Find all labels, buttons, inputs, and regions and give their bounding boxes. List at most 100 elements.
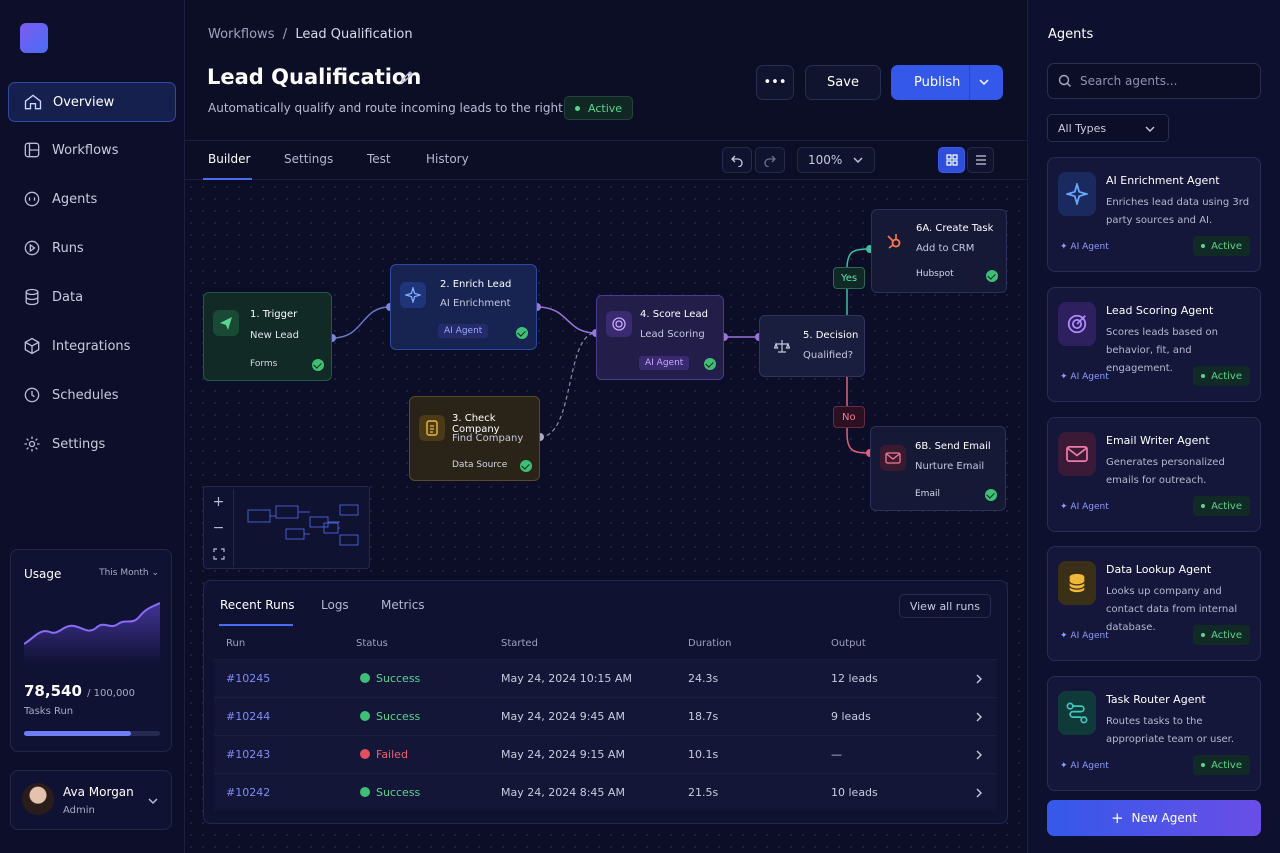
chevron-down-icon[interactable] xyxy=(977,75,991,89)
home-icon xyxy=(24,94,42,110)
new-agent-button[interactable]: + New Agent xyxy=(1047,800,1261,836)
agent-card-task-router[interactable]: Task Router Agent Routes tasks to the ap… xyxy=(1047,676,1261,791)
status-badge: Active xyxy=(1193,496,1250,516)
chevron-down-icon xyxy=(853,157,863,163)
workflow-node-trigger[interactable]: 1. Trigger New Lead Forms xyxy=(203,292,332,381)
redo-button[interactable] xyxy=(755,147,785,173)
sidebar-item-schedules[interactable]: Schedules xyxy=(8,375,176,415)
table-row[interactable]: #10243 Failed May 24, 2024 9:15 AM 10.1s… xyxy=(214,735,997,773)
page-title: Lead Qualification xyxy=(207,65,422,89)
table-row[interactable]: #10242 Success May 24, 2024 8:45 AM 21.5… xyxy=(214,773,997,811)
mail-icon xyxy=(1058,432,1096,476)
agent-icon xyxy=(24,191,40,207)
hubspot-icon xyxy=(881,228,907,254)
chevron-right-icon[interactable] xyxy=(974,749,984,761)
clock-icon xyxy=(24,387,40,403)
sidebar-item-data[interactable]: Data xyxy=(8,277,176,317)
view-all-runs-button[interactable]: View all runs xyxy=(898,594,991,618)
sidebar-item-workflows[interactable]: Workflows xyxy=(8,130,176,170)
workflow-node-check-company[interactable]: 3. Check Company Find Company Data Sourc… xyxy=(409,396,540,481)
agent-card-ai-enrichment[interactable]: AI Enrichment Agent Enriches lead data u… xyxy=(1047,157,1261,272)
tab-logs[interactable]: Logs xyxy=(321,598,349,612)
tab-recent-runs[interactable]: Recent Runs xyxy=(220,598,295,612)
target-icon xyxy=(606,311,632,337)
check-icon xyxy=(520,460,532,472)
minimap[interactable]: + − xyxy=(203,486,370,569)
tab-history[interactable]: History xyxy=(426,152,469,166)
sidebar-item-agents[interactable]: Agents xyxy=(8,179,176,219)
column-header-started: Started xyxy=(501,638,538,649)
sidebar: Overview Workflows Agents Runs Data Inte… xyxy=(0,0,185,853)
tab-test[interactable]: Test xyxy=(367,152,391,166)
check-icon xyxy=(986,270,998,282)
database-icon xyxy=(25,288,39,306)
type-filter-select[interactable]: All Types xyxy=(1047,114,1169,142)
tab-metrics[interactable]: Metrics xyxy=(381,598,425,612)
minimap-preview xyxy=(247,504,359,546)
app-logo[interactable] xyxy=(20,23,48,53)
sidebar-item-label: Schedules xyxy=(52,387,119,403)
table-row[interactable]: #10245 Success May 24, 2024 10:15 AM 24.… xyxy=(214,659,997,697)
sidebar-item-integrations[interactable]: Integrations xyxy=(8,326,176,366)
user-name: Ava Morgan xyxy=(63,785,134,799)
check-icon xyxy=(312,359,324,371)
zoom-select[interactable]: 100% xyxy=(797,147,875,173)
workflow-node-send-email[interactable]: 6B. Send Email Nurture Email Email xyxy=(870,426,1006,511)
sidebar-item-overview[interactable]: Overview xyxy=(8,82,176,122)
sidebar-item-label: Integrations xyxy=(52,338,131,354)
chevron-right-icon[interactable] xyxy=(974,673,984,685)
route-icon xyxy=(1058,691,1096,735)
workflow-node-decision[interactable]: 5. Decision Qualified? xyxy=(759,315,865,377)
agent-card-lead-scoring[interactable]: Lead Scoring Agent Scores leads based on… xyxy=(1047,287,1261,402)
workflow-node-enrich-lead[interactable]: 2. Enrich Lead AI Enrichment AI Agent xyxy=(390,264,537,350)
success-icon xyxy=(360,711,370,721)
connector-company-score xyxy=(539,332,597,438)
sidebar-item-runs[interactable]: Runs xyxy=(8,228,176,268)
save-button[interactable]: Save xyxy=(805,65,881,100)
search-input[interactable]: Search agents... xyxy=(1047,63,1261,99)
mail-icon xyxy=(880,445,906,471)
redo-icon xyxy=(764,155,776,167)
undo-icon xyxy=(731,155,743,167)
usage-progress-fill xyxy=(24,731,131,736)
check-icon xyxy=(985,489,997,501)
column-header-duration: Duration xyxy=(688,638,732,649)
success-icon xyxy=(360,673,370,683)
zoom-out-button[interactable]: − xyxy=(204,515,234,541)
status-badge: Active xyxy=(1193,755,1250,775)
usage-label: Tasks Run xyxy=(24,706,74,717)
tab-indicator xyxy=(203,178,252,180)
workflow-node-score-lead[interactable]: 4. Score Lead Lead Scoring AI Agent xyxy=(596,295,724,380)
agent-card-data-lookup[interactable]: Data Lookup Agent Looks up company and c… xyxy=(1047,546,1261,661)
fit-view-button[interactable] xyxy=(204,541,234,567)
status-badge: Active xyxy=(1193,236,1250,256)
page-description: Automatically qualify and route incoming… xyxy=(208,101,602,115)
sidebar-item-label: Settings xyxy=(52,436,106,452)
more-button[interactable]: ••• xyxy=(756,65,794,100)
usage-period-select[interactable]: This Month ⌄ xyxy=(99,568,159,578)
user-menu[interactable]: Ava Morgan Admin xyxy=(10,770,172,830)
zoom-in-button[interactable]: + xyxy=(204,489,234,515)
connector-enrich-score xyxy=(536,306,597,334)
tab-builder[interactable]: Builder xyxy=(208,152,250,166)
breadcrumb-workflows[interactable]: Workflows xyxy=(208,27,274,42)
list-view-button[interactable] xyxy=(967,147,994,173)
grid-view-button[interactable] xyxy=(938,147,965,173)
undo-button[interactable] xyxy=(722,147,752,173)
workflow-icon xyxy=(24,142,40,158)
edit-icon[interactable] xyxy=(399,69,415,85)
table-row[interactable]: #10244 Success May 24, 2024 9:45 AM 18.7… xyxy=(214,697,997,735)
chevron-right-icon[interactable] xyxy=(974,711,984,723)
send-icon xyxy=(213,310,239,336)
workflow-node-create-task[interactable]: 6A. Create Task Add to CRM Hubspot xyxy=(871,209,1007,293)
agent-card-email-writer[interactable]: Email Writer Agent Generates personalize… xyxy=(1047,417,1261,532)
tab-indicator xyxy=(219,624,293,626)
publish-button[interactable]: Publish xyxy=(891,65,1003,100)
more-icon: ••• xyxy=(763,75,787,90)
grid-icon xyxy=(945,154,958,166)
chevron-right-icon[interactable] xyxy=(974,787,984,799)
column-header-output: Output xyxy=(831,638,866,649)
branch-no-label: No xyxy=(833,406,865,428)
tab-settings[interactable]: Settings xyxy=(284,152,333,166)
sidebar-item-settings[interactable]: Settings xyxy=(8,424,176,464)
